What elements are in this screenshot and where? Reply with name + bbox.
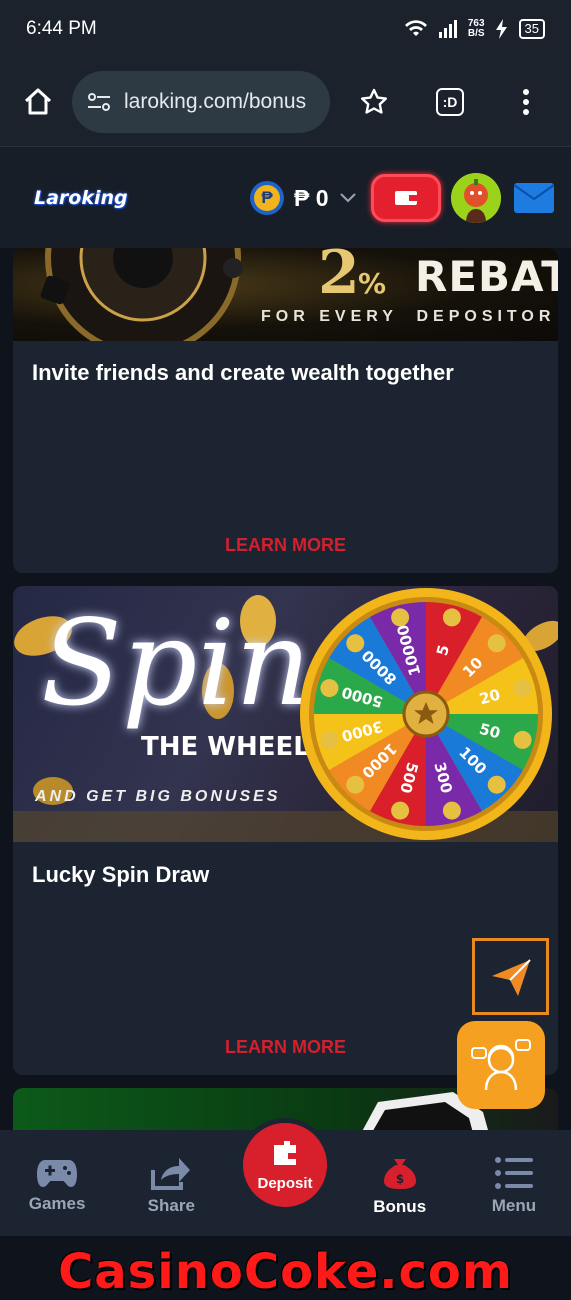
bonus-tagline: AND GET BIG BONUSES <box>35 788 281 805</box>
chevron-down-icon[interactable] <box>339 192 357 204</box>
wheel-coin <box>442 801 461 820</box>
card-title: Invite friends and create wealth togethe… <box>32 360 454 385</box>
overflow-menu-icon[interactable] <box>506 82 546 122</box>
site-header: Laroking ₱ ₱ 0 <box>0 146 571 248</box>
support-agent-icon <box>471 1039 531 1091</box>
customer-support-button[interactable] <box>457 1021 545 1109</box>
spin-wheel-banner[interactable]: Spin THE WHEEL AND GET BIG BONUSES 5 10 20… <box>13 586 558 842</box>
wheel-coin <box>346 634 365 653</box>
tab-switcher-icon[interactable]: :D <box>430 82 470 122</box>
money-bag-icon: $ <box>383 1159 416 1189</box>
battery-indicator: 35 <box>518 19 545 39</box>
svg-text:2: 2 <box>318 248 360 308</box>
wheel-coin <box>487 775 506 794</box>
address-bar[interactable]: laroking.com/bonus <box>72 71 330 133</box>
wheel-coin <box>513 679 532 698</box>
url-text[interactable]: laroking.com/bonus <box>124 90 306 114</box>
share-icon <box>151 1158 191 1190</box>
signal-icon <box>438 20 457 38</box>
send-icon <box>491 958 531 996</box>
menu-list-icon <box>494 1157 533 1189</box>
site-logo[interactable]: Laroking <box>34 187 128 209</box>
wheel-coin <box>487 634 506 653</box>
rebate-subtext: FOR EVERY DEPOSITOR <box>261 308 556 325</box>
wallet-button[interactable] <box>371 174 441 222</box>
balance-display[interactable]: ₱ ₱ 0 <box>250 181 357 215</box>
wallet-icon <box>395 191 417 205</box>
nav-menu[interactable]: Menu <box>457 1130 571 1236</box>
peso-coin-icon: ₱ <box>250 181 284 215</box>
balance-amount: ₱ 0 <box>294 184 329 211</box>
wheel-coin <box>346 775 365 794</box>
wheel-coin <box>320 679 339 698</box>
the-wheel-text: THE WHEEL <box>141 732 310 762</box>
mail-icon[interactable] <box>514 183 554 213</box>
learn-more-link[interactable]: LEARN MORE <box>13 535 558 556</box>
gamepad-icon <box>37 1160 78 1187</box>
status-bar: 6:44 PM 763 B/S 35 <box>0 0 571 58</box>
status-icons: 763 B/S 35 <box>404 19 545 39</box>
wheel-coin <box>391 608 410 627</box>
spin-script-text: Spin <box>41 594 312 732</box>
watermark-text: CasinoCoke.com <box>58 1244 513 1300</box>
svg-text:%: % <box>358 267 386 300</box>
wheel-coin <box>391 801 410 820</box>
deposit-button[interactable]: Deposit <box>238 1118 332 1212</box>
nav-share[interactable]: Share <box>114 1130 228 1236</box>
wallet-icon <box>274 1140 296 1165</box>
wheel-coin <box>320 730 339 749</box>
network-speed: 763 B/S <box>467 18 485 39</box>
svg-text:$: $ <box>396 1172 404 1186</box>
bonus-card-invite[interactable]: 2 % REBATE FOR EVERY DEPOSITOR Invite fr… <box>13 248 558 573</box>
telegram-float-button[interactable] <box>472 938 549 1015</box>
wheel-coin <box>513 730 532 749</box>
nav-games[interactable]: Games <box>0 1130 114 1236</box>
prize-wheel-graphic: 5102050100300500100030005000800010000 <box>300 588 552 840</box>
bookmark-star-icon[interactable] <box>354 82 394 122</box>
rebate-text: REBATE <box>415 252 558 301</box>
charging-icon <box>495 19 507 39</box>
avatar[interactable] <box>451 173 501 223</box>
nav-bonus[interactable]: $ Bonus <box>343 1130 457 1236</box>
card-title: Lucky Spin Draw <box>32 862 210 887</box>
wifi-icon <box>404 20 427 36</box>
status-time: 6:44 PM <box>26 18 97 39</box>
browser-toolbar: laroking.com/bonus :D <box>0 58 571 146</box>
home-icon[interactable] <box>18 82 58 122</box>
site-settings-icon[interactable] <box>86 91 112 113</box>
wheel-coin <box>442 608 461 627</box>
rebate-banner[interactable]: 2 % REBATE FOR EVERY DEPOSITOR <box>13 248 558 356</box>
